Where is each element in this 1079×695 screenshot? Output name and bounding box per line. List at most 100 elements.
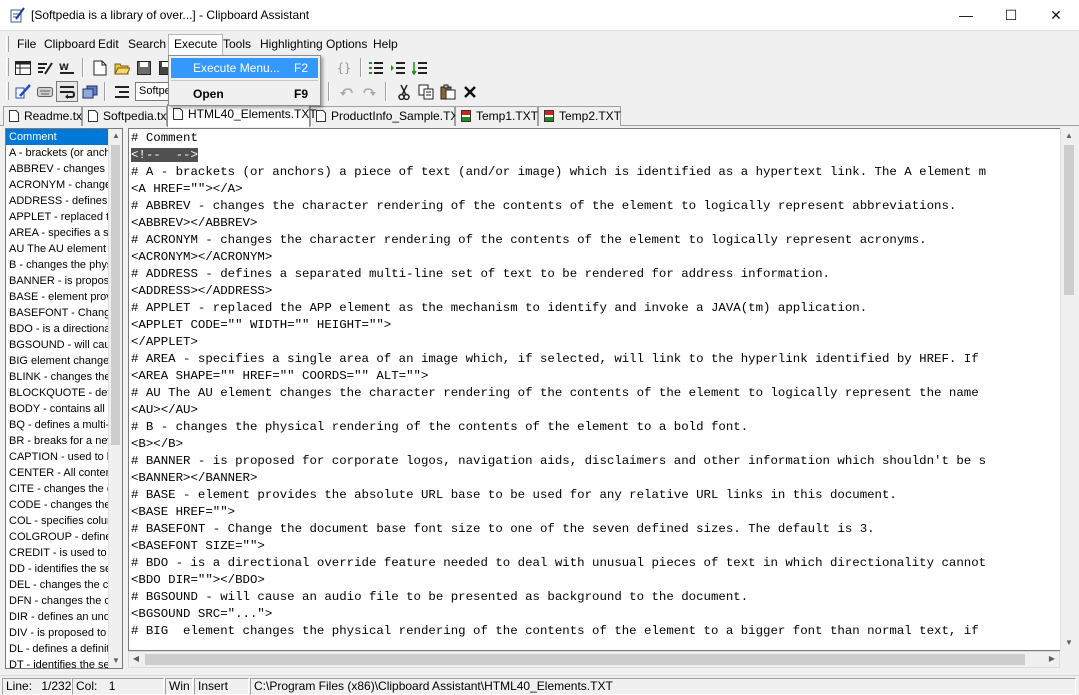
code-line[interactable]: <ADDRESS></ADDRESS> bbox=[131, 283, 986, 300]
element-list-item[interactable]: CODE - changes the bbox=[6, 497, 110, 513]
element-list-item[interactable]: APPLET - replaced t bbox=[6, 209, 110, 225]
element-list-item[interactable]: BQ - defines a multi-li bbox=[6, 417, 110, 433]
code-line[interactable]: <A HREF=""></A> bbox=[131, 181, 986, 198]
code-line[interactable]: <BASE HREF=""> bbox=[131, 504, 986, 521]
editor-horizontal-scrollbar[interactable]: ◀ ▶ bbox=[128, 651, 1060, 668]
element-list-item[interactable]: ABBREV - changes t bbox=[6, 161, 110, 177]
numbered-list-button[interactable] bbox=[365, 57, 387, 78]
menu-execute[interactable]: Execute bbox=[168, 34, 224, 55]
element-list-item[interactable]: DIR - defines an uno bbox=[6, 609, 110, 625]
element-list-item[interactable]: BIG element change bbox=[6, 353, 110, 369]
element-list-item[interactable]: CREDIT - is used to bbox=[6, 545, 110, 561]
code-line[interactable]: # BGSOUND - will cause an audio file to … bbox=[131, 589, 986, 606]
text-editor[interactable]: # Comment <!-- --> # A - brackets (or anch… bbox=[128, 128, 1060, 651]
menu-edit[interactable]: Edit bbox=[93, 35, 124, 54]
tab-readme[interactable]: Readme.txt bbox=[3, 106, 85, 126]
code-line[interactable]: <B></B> bbox=[131, 436, 986, 453]
menu-clipboard[interactable]: Clipboard bbox=[39, 35, 100, 54]
element-list-item[interactable]: COL - specifies colur bbox=[6, 513, 110, 529]
code-line[interactable]: <AREA SHAPE="" HREF="" COORDS="" ALT=""> bbox=[131, 368, 986, 385]
code-line[interactable]: # B - changes the physical rendering of … bbox=[131, 419, 986, 436]
element-list-item[interactable]: BLINK - changes the bbox=[6, 369, 110, 385]
code-line[interactable]: <BANNER></BANNER> bbox=[131, 470, 986, 487]
element-list-item[interactable]: AU The AU element bbox=[6, 241, 110, 257]
menu-help[interactable]: Help bbox=[368, 35, 403, 54]
save-file-button[interactable] bbox=[133, 57, 155, 78]
scroll-down-arrow[interactable]: ▼ bbox=[1063, 637, 1075, 649]
code-line[interactable]: <APPLET CODE="" WIDTH="" HEIGHT=""> bbox=[131, 317, 986, 334]
code-line[interactable]: <ACRONYM></ACRONYM> bbox=[131, 249, 986, 266]
menu-tools[interactable]: Tools bbox=[218, 35, 256, 54]
element-list-item[interactable]: ACRONYM - change bbox=[6, 177, 110, 193]
code-line[interactable]: <AU></AU> bbox=[131, 402, 986, 419]
element-list-item[interactable]: DL - defines a definit bbox=[6, 641, 110, 657]
indent-list-button[interactable] bbox=[387, 57, 409, 78]
element-list-item[interactable]: DFN - changes the c bbox=[6, 593, 110, 609]
tab-temp1[interactable]: Temp1.TXT bbox=[455, 106, 538, 126]
menubar-grip[interactable] bbox=[6, 36, 9, 52]
undo-button[interactable] bbox=[336, 81, 358, 102]
toolbar-grip[interactable] bbox=[6, 58, 9, 76]
scroll-down-arrow[interactable]: ▼ bbox=[110, 655, 122, 667]
redo-button[interactable] bbox=[358, 81, 380, 102]
element-list-item[interactable]: DIV - is proposed to l bbox=[6, 625, 110, 641]
element-list-item[interactable]: CAPTION - used to l bbox=[6, 449, 110, 465]
copy-button[interactable] bbox=[415, 81, 437, 102]
element-list-item[interactable]: DD - identifies the se bbox=[6, 561, 110, 577]
word-wrap-button[interactable]: W bbox=[56, 57, 78, 78]
scroll-thumb[interactable] bbox=[145, 654, 1025, 665]
execute-menu-item[interactable]: Execute Menu... F2 bbox=[171, 58, 318, 78]
code-line[interactable]: # ADDRESS - defines a separated multi-li… bbox=[131, 266, 986, 283]
element-list-item[interactable]: BASEFONT - Chang bbox=[6, 305, 110, 321]
paste-button[interactable] bbox=[437, 81, 459, 102]
element-list-item[interactable]: BASE - element prov bbox=[6, 289, 110, 305]
element-list-item[interactable]: DEL - changes the c bbox=[6, 577, 110, 593]
editor-vertical-scrollbar[interactable]: ▲ ▼ bbox=[1060, 128, 1077, 651]
element-list-item[interactable]: CENTER - All conter bbox=[6, 465, 110, 481]
tab-productinfo-sample[interactable]: ProductInfo_Sample.TXT bbox=[310, 106, 466, 126]
code-line[interactable]: <ABBREV></ABBREV> bbox=[131, 215, 986, 232]
element-list-item[interactable]: COLGROUP - define bbox=[6, 529, 110, 545]
element-list-item[interactable]: B - changes the phys bbox=[6, 257, 110, 273]
tab-softpedia[interactable]: Softpedia.txt bbox=[82, 106, 170, 126]
menu-file[interactable]: File bbox=[12, 35, 41, 54]
close-window-button[interactable]: ✕ bbox=[1033, 0, 1079, 30]
code-line[interactable]: # AU The AU element changes the characte… bbox=[131, 385, 986, 402]
element-list-item[interactable]: BDO - is a directiona bbox=[6, 321, 110, 337]
new-file-button[interactable] bbox=[89, 57, 111, 78]
code-line[interactable]: # Comment bbox=[131, 130, 986, 147]
menu-highlighting[interactable]: Highlighting bbox=[255, 35, 328, 54]
format-list-button[interactable] bbox=[111, 81, 133, 102]
menu-options[interactable]: Options bbox=[321, 35, 372, 54]
scroll-up-arrow[interactable]: ▲ bbox=[110, 130, 122, 142]
open-menu-item[interactable]: Open F9 bbox=[171, 84, 318, 104]
format-combo[interactable]: Softpe bbox=[135, 82, 170, 101]
code-line[interactable]: # BIG element changes the physical rende… bbox=[131, 623, 986, 640]
element-list-item[interactable]: A - brackets (or anch bbox=[6, 145, 110, 161]
element-list[interactable]: Comment A - brackets (or anch ABBREV - cha… bbox=[6, 129, 110, 668]
element-list-item[interactable]: CITE - changes the c bbox=[6, 481, 110, 497]
element-list-item[interactable]: ADDRESS - defines bbox=[6, 193, 110, 209]
code-line[interactable]: # AREA - specifies a single area of an i… bbox=[131, 351, 986, 368]
keyboard-button[interactable] bbox=[34, 81, 56, 102]
element-list-item[interactable]: BGSOUND - will cau bbox=[6, 337, 110, 353]
element-list-item[interactable]: BODY - contains all t bbox=[6, 401, 110, 417]
window-layout-button[interactable] bbox=[12, 57, 34, 78]
code-line[interactable]: # BASE - element provides the absolute U… bbox=[131, 487, 986, 504]
code-line[interactable]: # BDO - is a directional override featur… bbox=[131, 555, 986, 572]
code-line[interactable]: <BASEFONT SIZE=""> bbox=[131, 538, 986, 555]
element-list-item[interactable]: Comment bbox=[6, 129, 110, 145]
element-list-item[interactable]: BANNER - is propos bbox=[6, 273, 110, 289]
scroll-thumb[interactable] bbox=[111, 145, 120, 445]
sorted-list-button[interactable] bbox=[409, 57, 431, 78]
braces-button[interactable]: {} bbox=[333, 57, 355, 78]
code-line[interactable]: <BDO DIR=""></BDO> bbox=[131, 572, 986, 589]
element-list-item[interactable]: BR - breaks for a new bbox=[6, 433, 110, 449]
element-list-item[interactable]: BLOCKQUOTE - def bbox=[6, 385, 110, 401]
open-file-button[interactable] bbox=[111, 57, 133, 78]
editor-content[interactable]: # Comment <!-- --> # A - brackets (or anch… bbox=[131, 130, 986, 640]
code-line[interactable]: # BANNER - is proposed for corporate log… bbox=[131, 453, 986, 470]
code-line[interactable]: # A - brackets (or anchors) a piece of t… bbox=[131, 164, 986, 181]
code-line[interactable]: <BGSOUND SRC="..."> bbox=[131, 606, 986, 623]
scroll-right-arrow[interactable]: ▶ bbox=[1047, 653, 1057, 665]
